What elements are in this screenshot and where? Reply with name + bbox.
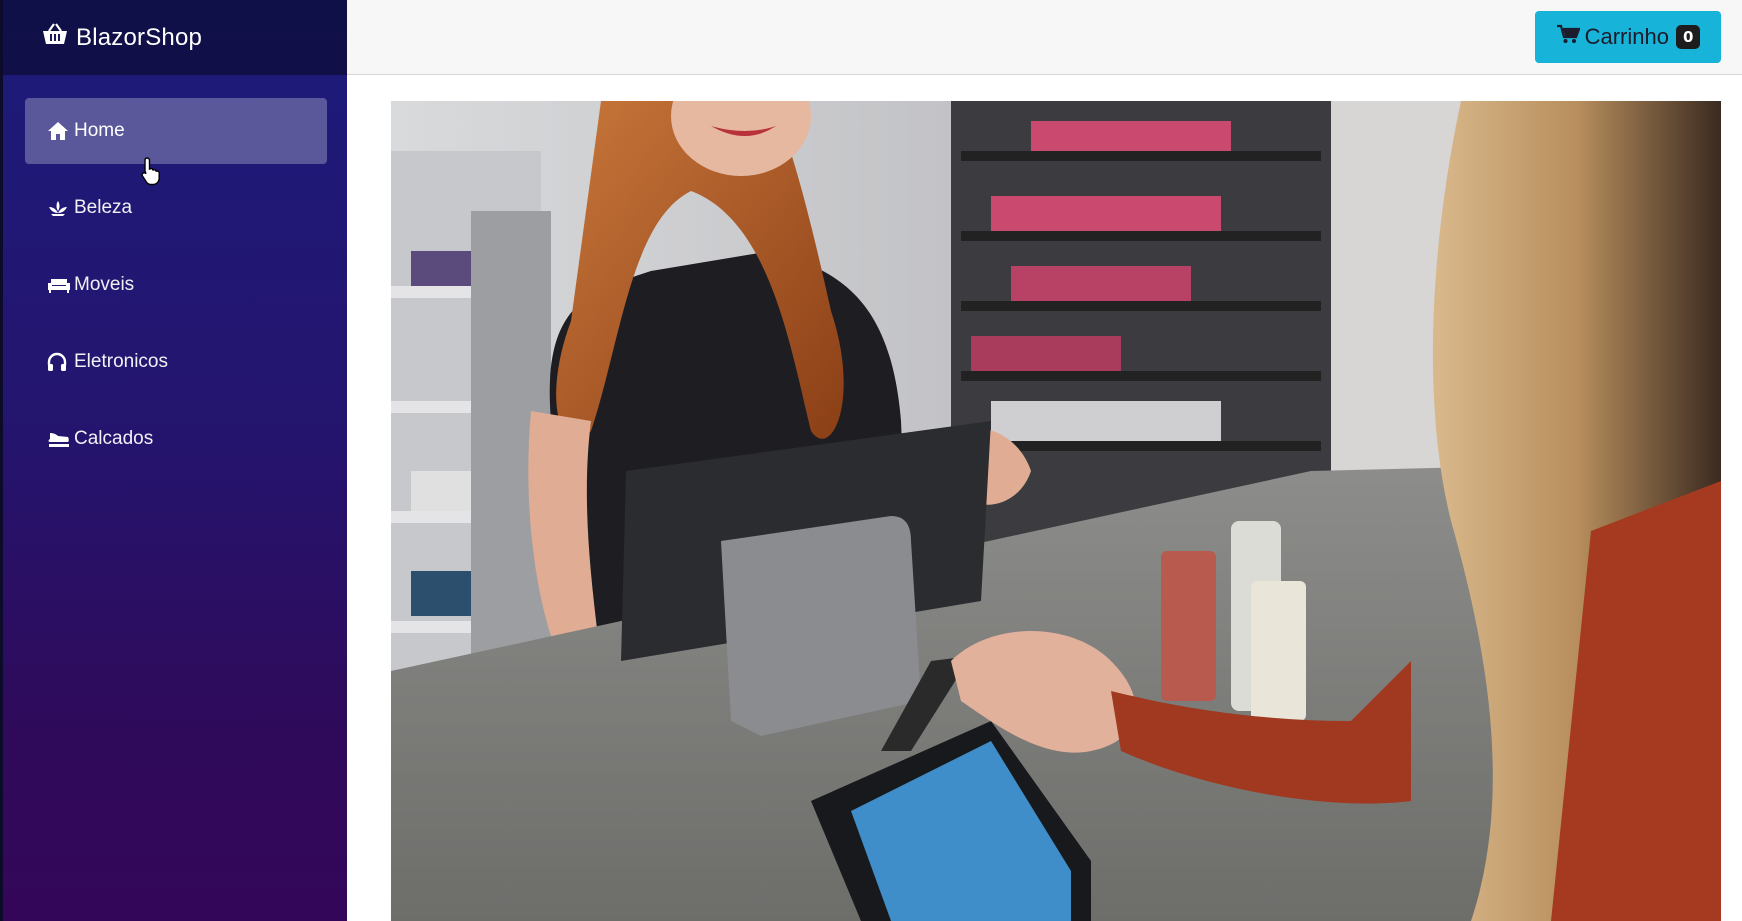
cart-icon xyxy=(1556,24,1585,50)
sidebar-nav: Home Beleza Moveis Eletronicos Calcados xyxy=(3,75,347,472)
sidebar-item-home[interactable]: Home xyxy=(25,98,327,164)
sidebar-item-label: Calcados xyxy=(74,428,154,449)
sidebar-item-label: Moveis xyxy=(74,274,135,295)
sidebar-item-eletronicos[interactable]: Eletronicos xyxy=(25,329,327,395)
top-bar: Carrinho 0 xyxy=(347,0,1742,75)
sidebar-item-calcados[interactable]: Calcados xyxy=(25,406,327,472)
hero-image xyxy=(391,101,1721,921)
sidebar-item-label: Eletronicos xyxy=(74,351,168,372)
cart-count-badge: 0 xyxy=(1675,25,1701,49)
home-icon xyxy=(47,121,71,141)
shoe-icon xyxy=(47,430,71,448)
lotus-icon xyxy=(47,199,71,217)
sidebar-item-label: Home xyxy=(74,120,125,141)
cart-label: Carrinho xyxy=(1584,24,1669,49)
sidebar-item-moveis[interactable]: Moveis xyxy=(25,252,327,318)
mouse-cursor-icon xyxy=(141,156,163,191)
couch-icon xyxy=(47,276,71,294)
cart-button[interactable]: Carrinho 0 xyxy=(1535,11,1721,63)
brand[interactable]: BlazorShop xyxy=(3,0,347,75)
sidebar: BlazorShop Home Beleza Moveis Eletronico… xyxy=(0,0,347,921)
sidebar-item-label: Beleza xyxy=(74,197,133,218)
brand-name: BlazorShop xyxy=(76,23,203,51)
basket-icon xyxy=(41,22,76,53)
headphones-icon xyxy=(47,352,71,372)
sidebar-item-beleza[interactable]: Beleza xyxy=(25,175,327,241)
